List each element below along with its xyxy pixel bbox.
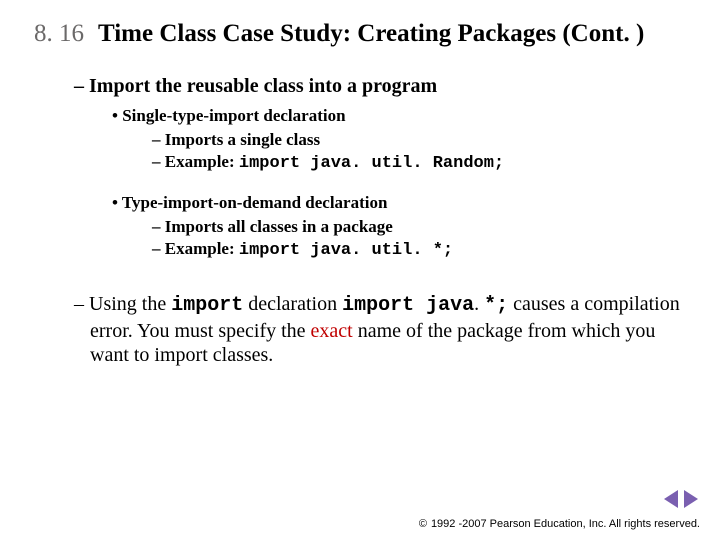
text: Using the bbox=[89, 293, 171, 315]
copyright-text: 1992 -2007 Pearson Education, Inc. All r… bbox=[431, 518, 700, 530]
bullet-type-import-on-demand: Type-import-on-demand declaration bbox=[112, 193, 686, 213]
spacer bbox=[74, 175, 686, 185]
copyright-icon: © bbox=[419, 518, 427, 530]
slide-title-row: 8. 16 Time Class Case Study: Creating Pa… bbox=[34, 18, 686, 49]
slide-body: 8. 16 Time Class Case Study: Creating Pa… bbox=[0, 0, 720, 367]
next-arrow-icon[interactable] bbox=[684, 490, 698, 508]
text-exact: exact bbox=[311, 320, 353, 342]
footer: © 1992 -2007 Pearson Education, Inc. All… bbox=[419, 518, 700, 530]
point-import-reusable: Import the reusable class into a program bbox=[74, 75, 686, 98]
sub-imports-single-class: Imports a single class bbox=[152, 130, 686, 150]
slide-content: Import the reusable class into a program… bbox=[34, 75, 686, 367]
example-label: Example: bbox=[165, 152, 239, 171]
prev-arrow-icon[interactable] bbox=[664, 490, 678, 508]
code-star-semicolon: *; bbox=[484, 294, 508, 317]
sub-example-star: Example: import java. util. *; bbox=[152, 239, 686, 260]
sub-example-random: Example: import java. util. Random; bbox=[152, 152, 686, 173]
example-label: Example: bbox=[165, 239, 239, 258]
text: . bbox=[474, 293, 484, 315]
nav-controls bbox=[664, 490, 698, 508]
code-import-star: import java. util. *; bbox=[239, 241, 453, 260]
code-import-java: import java bbox=[342, 294, 474, 317]
spacer bbox=[74, 262, 686, 278]
slide-title: Time Class Case Study: Creating Packages… bbox=[98, 18, 644, 49]
point-using-import-error: Using the import declaration import java… bbox=[74, 292, 686, 367]
sub-imports-all-classes: Imports all classes in a package bbox=[152, 217, 686, 237]
section-number: 8. 16 bbox=[34, 18, 84, 49]
text: declaration bbox=[243, 293, 342, 315]
code-import-random: import java. util. Random; bbox=[239, 154, 504, 173]
code-import-keyword: import bbox=[171, 294, 243, 317]
spacer bbox=[74, 278, 686, 292]
bullet-single-type-import: Single-type-import declaration bbox=[112, 106, 686, 126]
